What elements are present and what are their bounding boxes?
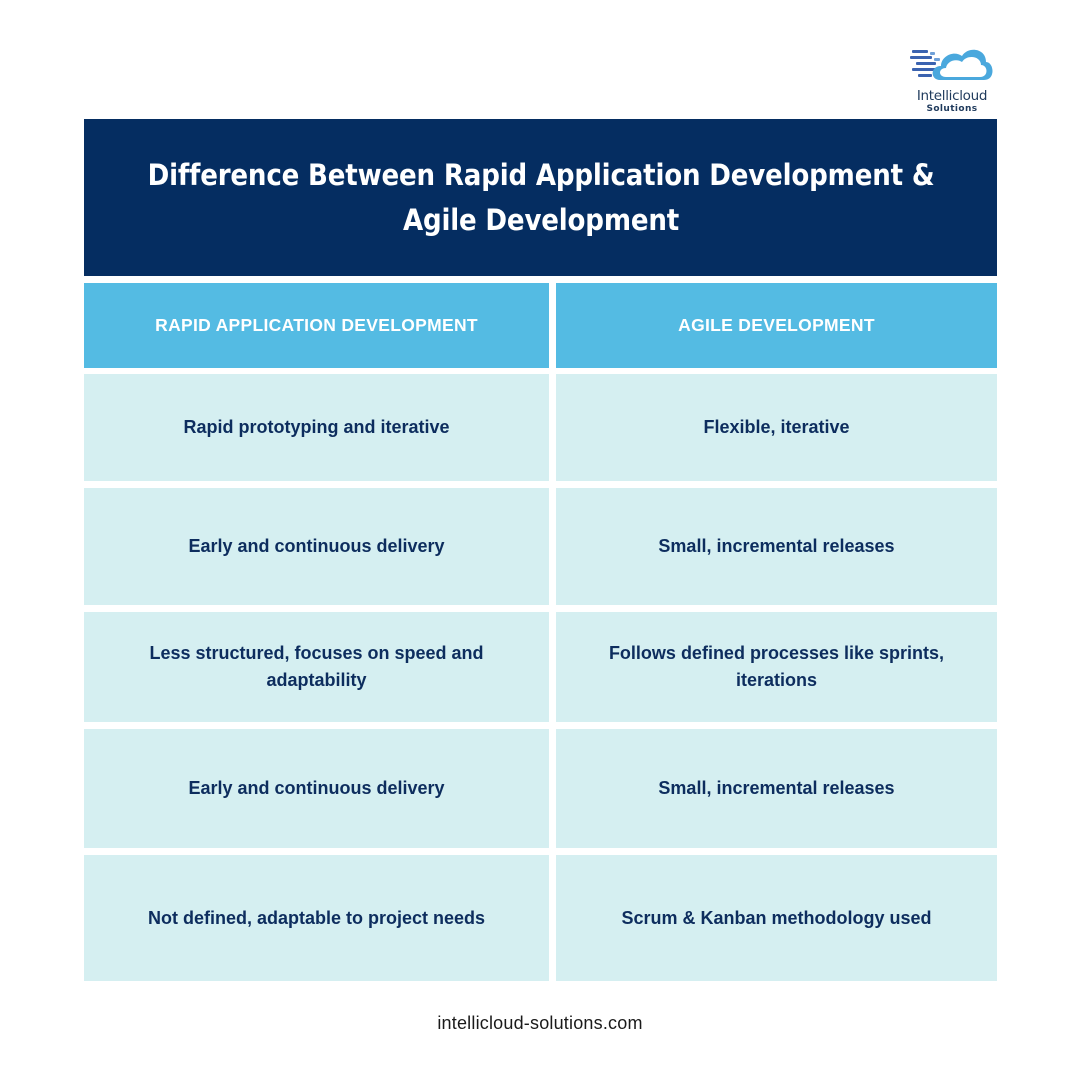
table-cell-agile: Scrum & Kanban methodology used — [556, 855, 997, 981]
table-cell-rad: Less structured, focuses on speed and ad… — [84, 612, 549, 722]
cloud-logo-icon — [910, 49, 993, 80]
table-cell-agile: Follows defined processes like sprints, … — [556, 612, 997, 722]
table-cell-rad: Early and continuous delivery — [84, 488, 549, 605]
company-logo: Intellicloud Solutions — [906, 42, 996, 118]
table-cell-agile: Small, incremental releases — [556, 729, 997, 848]
website-url: intellicloud-solutions.com — [437, 1013, 643, 1033]
table-cell-agile: Small, incremental releases — [556, 488, 997, 605]
title-banner: Difference Between Rapid Application Dev… — [84, 119, 997, 276]
logo-subtitle: Solutions — [926, 104, 978, 114]
table-cell-rad: Not defined, adaptable to project needs — [84, 855, 549, 981]
table-cell-rad: Early and continuous delivery — [84, 729, 549, 848]
page-title: Difference Between Rapid Application Dev… — [147, 157, 934, 237]
logo-name: Intellicloud — [916, 88, 988, 104]
table-cell-rad: Rapid prototyping and iterative — [84, 374, 549, 481]
column-header-rad: RAPID APPLICATION DEVELOPMENT — [84, 283, 549, 368]
table-cell-agile: Flexible, iterative — [556, 374, 997, 481]
column-header-agile: AGILE DEVELOPMENT — [556, 283, 997, 368]
